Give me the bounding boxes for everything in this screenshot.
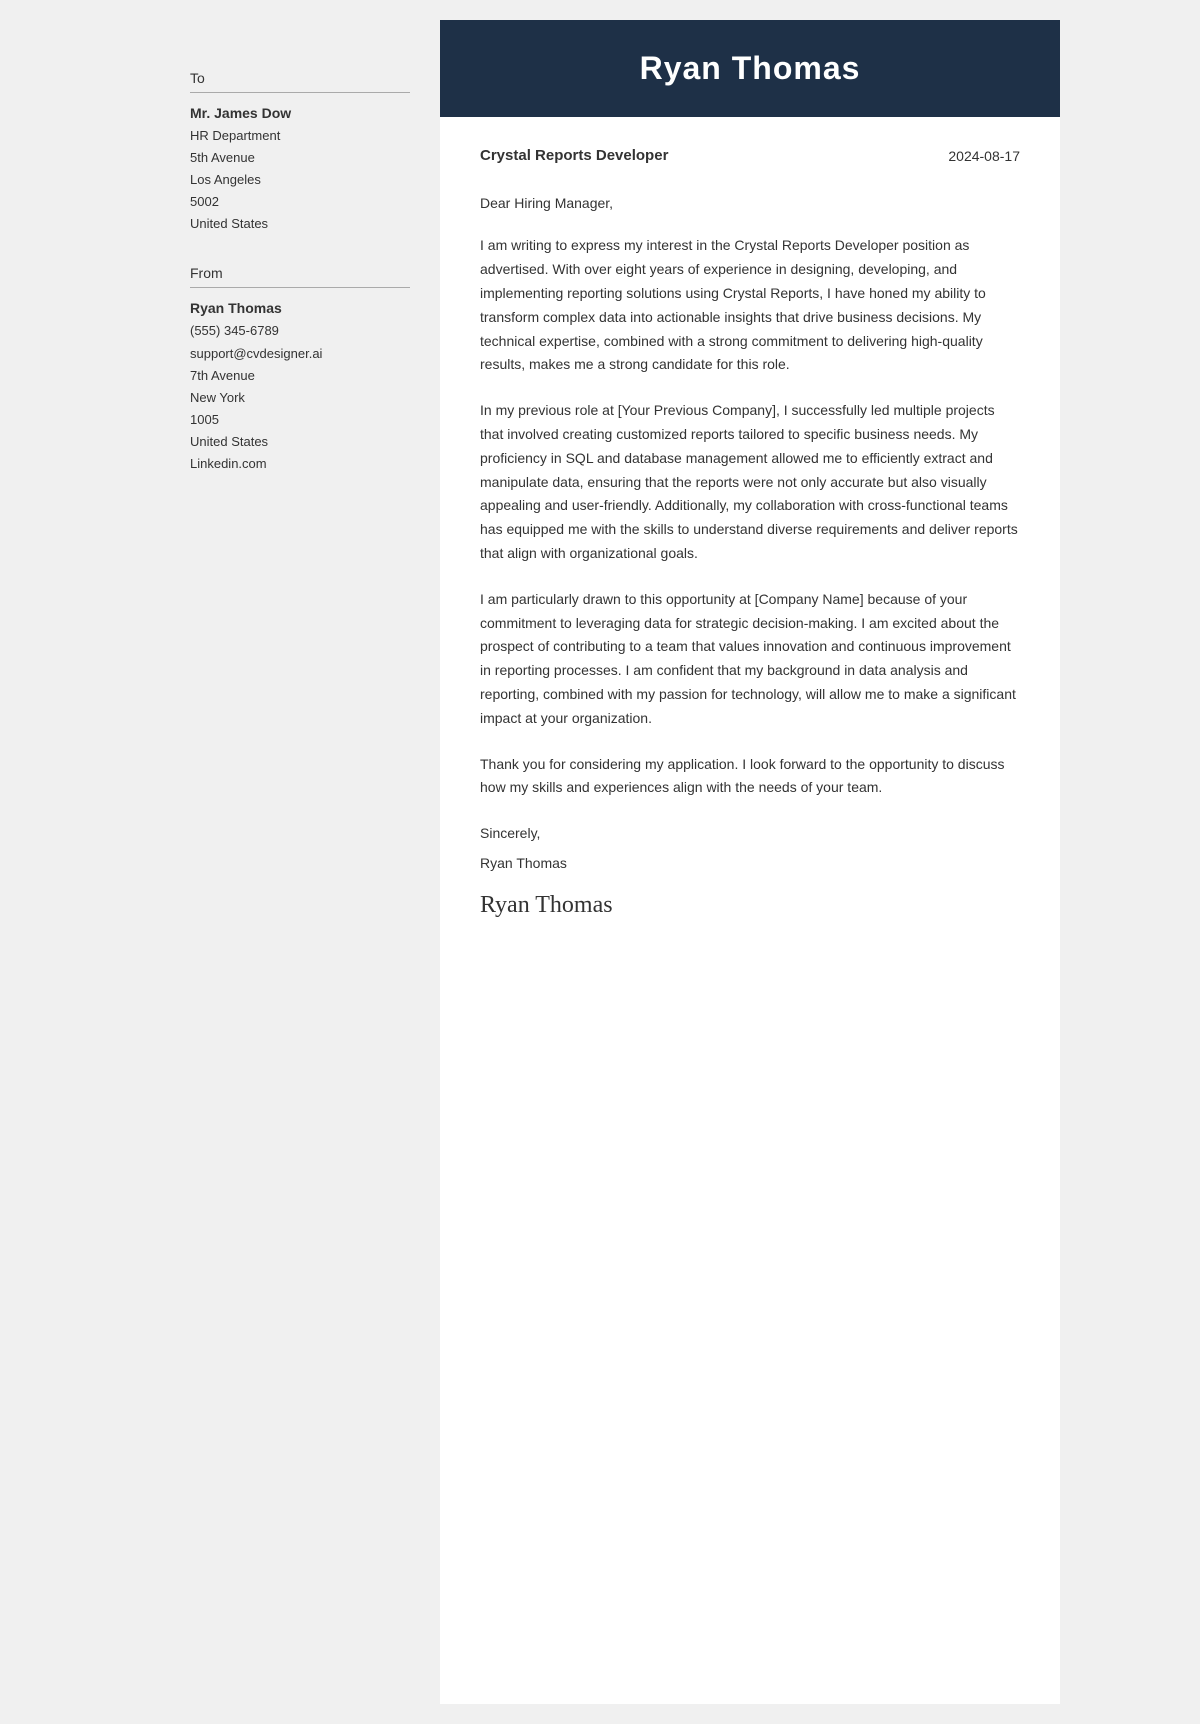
job-date: 2024-08-17 <box>948 148 1020 164</box>
paragraph-3: I am particularly drawn to this opportun… <box>480 588 1020 731</box>
recipient-info: HR Department 5th Avenue Los Angeles 500… <box>190 125 410 235</box>
to-divider <box>190 92 410 93</box>
paragraph-1: I am writing to express my interest in t… <box>480 234 1020 377</box>
job-title-row: Crystal Reports Developer 2024-08-17 <box>480 147 1020 164</box>
sidebar: To Mr. James Dow HR Department 5th Avenu… <box>140 20 440 1704</box>
recipient-country: United States <box>190 213 410 235</box>
recipient-department: HR Department <box>190 125 410 147</box>
sender-city: New York <box>190 387 410 409</box>
sender-name: Ryan Thomas <box>190 300 410 316</box>
signature: Ryan Thomas <box>480 892 1020 919</box>
from-section: From Ryan Thomas (555) 345-6789 support@… <box>190 265 410 475</box>
recipient-zip: 5002 <box>190 191 410 213</box>
from-divider <box>190 287 410 288</box>
header-name: Ryan Thomas <box>640 50 861 87</box>
closing-word: Sincerely, <box>480 822 1020 846</box>
greeting: Dear Hiring Manager, <box>480 192 1020 214</box>
main-content: Ryan Thomas Crystal Reports Developer 20… <box>440 20 1060 1704</box>
sender-country: United States <box>190 431 410 453</box>
recipient-city: Los Angeles <box>190 169 410 191</box>
paragraph-4: Thank you for considering my application… <box>480 753 1020 801</box>
sender-info: (555) 345-6789 support@cvdesigner.ai 7th… <box>190 320 410 475</box>
to-label: To <box>190 70 410 86</box>
from-label: From <box>190 265 410 281</box>
sender-phone: (555) 345-6789 <box>190 320 410 342</box>
job-title: Crystal Reports Developer <box>480 147 668 164</box>
header-banner: Ryan Thomas <box>440 20 1060 117</box>
sender-linkedin: Linkedin.com <box>190 453 410 475</box>
closing-name: Ryan Thomas <box>480 852 1020 876</box>
paragraph-2: In my previous role at [Your Previous Co… <box>480 399 1020 566</box>
recipient-street: 5th Avenue <box>190 147 410 169</box>
page: To Mr. James Dow HR Department 5th Avenu… <box>140 20 1060 1704</box>
recipient-name: Mr. James Dow <box>190 105 410 121</box>
to-section: To Mr. James Dow HR Department 5th Avenu… <box>190 70 410 235</box>
sender-email: support@cvdesigner.ai <box>190 343 410 365</box>
sender-zip: 1005 <box>190 409 410 431</box>
letter-body: Crystal Reports Developer 2024-08-17 Dea… <box>440 117 1060 949</box>
closing: Sincerely, Ryan Thomas <box>480 822 1020 876</box>
sender-street: 7th Avenue <box>190 365 410 387</box>
